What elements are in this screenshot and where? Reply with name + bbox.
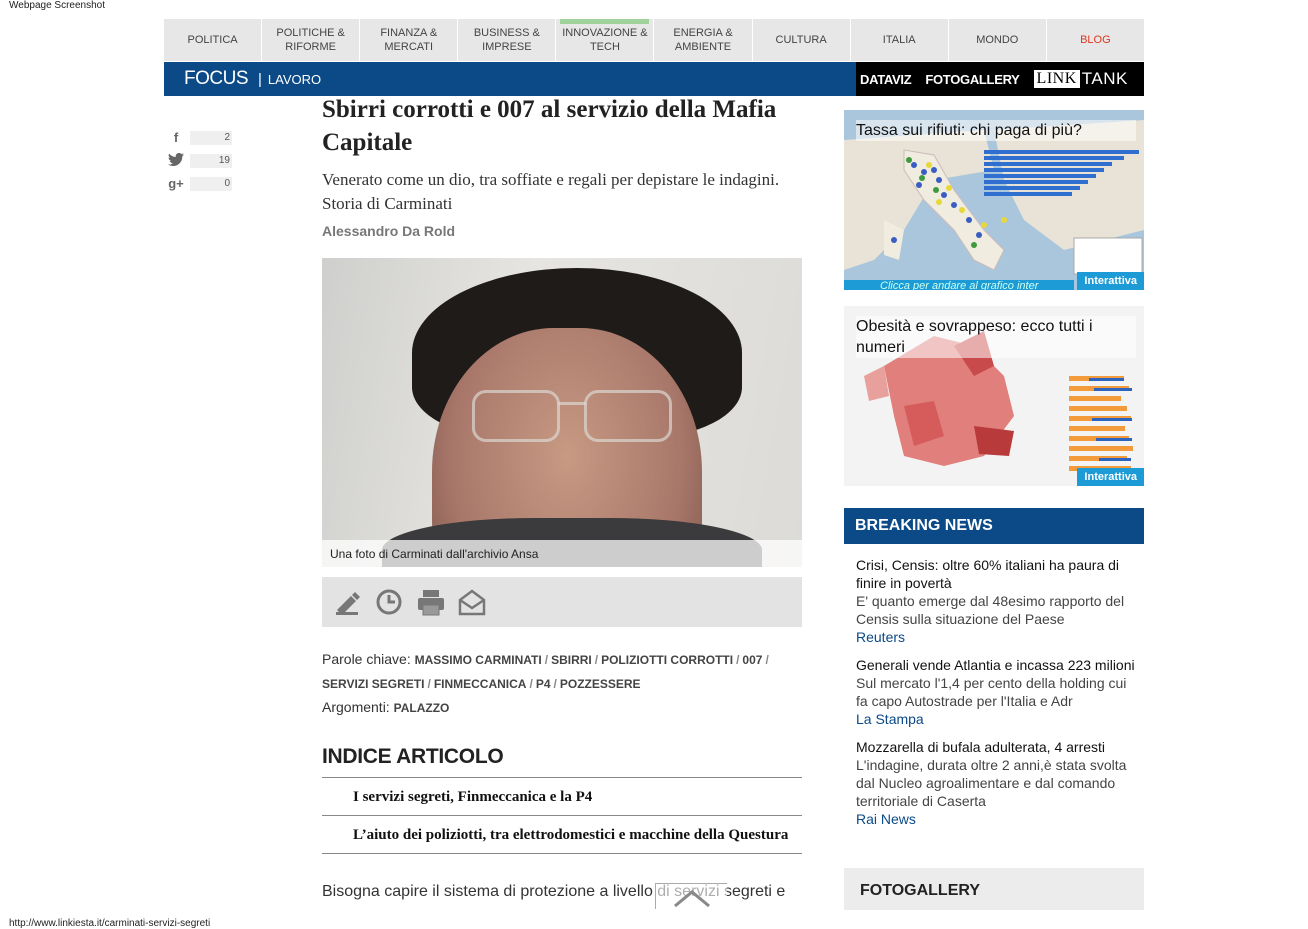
news-source[interactable]: La Stampa: [856, 710, 1136, 728]
email-icon[interactable]: [457, 588, 486, 616]
focus-separator: |: [258, 70, 262, 88]
news-description: Sul mercato l'1,4 per cento della holdin…: [856, 675, 1127, 709]
gplus-share[interactable]: g+ 0: [166, 172, 232, 195]
index-item[interactable]: L’aiuto dei poliziotti, tra elettrodomes…: [322, 816, 802, 854]
breaking-news-item[interactable]: Generali vende Atlantia e incassa 223 mi…: [856, 656, 1136, 728]
nav-italia[interactable]: ITALIA: [851, 19, 949, 61]
gplus-count: 0: [190, 176, 232, 191]
photo-glasses-right: [584, 390, 672, 442]
facebook-icon: f: [173, 130, 179, 145]
twitter-count: 19: [190, 153, 232, 168]
news-source[interactable]: Rai News: [856, 810, 1136, 828]
news-description: L'indagine, durata oltre 2 anni,è stata …: [856, 757, 1127, 809]
keyword-tag[interactable]: SERVIZI SEGRETI: [322, 677, 424, 691]
keyword-tag[interactable]: FINMECCANICA: [434, 677, 527, 691]
dataviz-link[interactable]: DATAVIZ: [860, 72, 912, 87]
scroll-to-top-button[interactable]: [655, 883, 727, 909]
card-title: Obesità e sovrappeso: ecco tutti i numer…: [856, 316, 1136, 358]
comment-pencil-icon[interactable]: [334, 588, 362, 616]
topic-tag[interactable]: PALAZZO: [394, 701, 450, 715]
news-title[interactable]: Generali vende Atlantia e incassa 223 mi…: [856, 656, 1136, 674]
facebook-count: 2: [190, 130, 232, 145]
nav-cultura[interactable]: CULTURA: [753, 19, 851, 61]
article-index: I servizi segreti, Finmeccanica e la P4 …: [322, 777, 802, 854]
article-body: Bisogna capire il sistema di protezione …: [322, 883, 786, 900]
keyword-tag[interactable]: SBIRRI: [551, 653, 592, 667]
news-title[interactable]: Crisi, Censis: oltre 60% italiani ha pau…: [856, 556, 1136, 592]
clock-icon[interactable]: [375, 588, 403, 616]
keyword-tag[interactable]: POLIZIOTTI CORROTTI: [601, 653, 733, 667]
news-title[interactable]: Mozzarella di bufala adulterata, 4 arres…: [856, 738, 1136, 756]
keyword-tag[interactable]: POZZESSERE: [560, 677, 641, 691]
nav-energia-ambiente[interactable]: ENERGIA & AMBIENTE: [654, 19, 753, 61]
focus-lavoro-link[interactable]: LAVORO: [268, 72, 321, 87]
interactive-badge: Interattiva: [1077, 272, 1144, 290]
index-item[interactable]: I servizi segreti, Finmeccanica e la P4: [322, 778, 802, 816]
focus-bar: FOCUS | LAVORO DATAVIZ FOTOGALLERY LINK …: [164, 62, 1144, 96]
fotogallery-header[interactable]: FOTOGALLERY: [844, 868, 1144, 910]
interactive-badge: Interattiva: [1077, 468, 1144, 486]
article-photo: Una foto di Carminati dall'archivio Ansa: [322, 258, 802, 567]
nav-mondo[interactable]: MONDO: [949, 19, 1047, 61]
breaking-news-item[interactable]: Crisi, Censis: oltre 60% italiani ha pau…: [856, 556, 1136, 646]
social-share: f 2 19 g+ 0: [166, 126, 232, 195]
nav-active-indicator: [560, 19, 650, 24]
tassa-bar-chart: [984, 150, 1144, 198]
article-tags: Parole chiave: MASSIMO CARMINATI / SBIRRI /…: [322, 651, 769, 715]
focus-right-links: DATAVIZ FOTOGALLERY LINK TANK: [856, 62, 1144, 96]
screenshot-caption: Webpage Screenshot: [9, 0, 105, 11]
linktank-logo[interactable]: LINK TANK: [1033, 69, 1128, 89]
breaking-news-item[interactable]: Mozzarella di bufala adulterata, 4 arres…: [856, 738, 1136, 828]
tassa-rifiuti-card[interactable]: Tassa sui rifiuti: chi paga di più? Clic…: [844, 110, 1144, 290]
nav-business-imprese[interactable]: BUSINESS & IMPRESE: [458, 19, 557, 61]
photo-caption: Una foto di Carminati dall'archivio Ansa: [322, 540, 802, 567]
nav-innovazione-tech[interactable]: INNOVAZIONE & TECH: [556, 19, 655, 61]
breaking-news-list: Crisi, Censis: oltre 60% italiani ha pau…: [856, 556, 1136, 838]
google-plus-icon: g+: [168, 176, 184, 191]
article-author[interactable]: Alessandro Da Rold: [322, 223, 455, 239]
print-icon[interactable]: [416, 588, 444, 616]
linktank-link-text: LINK: [1033, 70, 1080, 88]
chevron-up-icon: [674, 890, 710, 908]
twitter-share[interactable]: 19: [166, 149, 232, 172]
card-foot-text: Clicca per andare al grafico inter: [844, 280, 1074, 290]
facebook-share[interactable]: f 2: [166, 126, 232, 149]
article-subtitle: Venerato come un dio, tra soffiate e reg…: [322, 170, 780, 213]
obesita-card[interactable]: Obesità e sovrappeso: ecco tutti i numer…: [844, 306, 1144, 486]
keyword-tag[interactable]: P4: [536, 677, 551, 691]
twitter-icon: [166, 152, 186, 169]
nav-finanza-mercati[interactable]: FINANZA & MERCATI: [360, 19, 459, 61]
card-title: Tassa sui rifiuti: chi paga di più?: [856, 120, 1136, 141]
topics-label: Argomenti:: [322, 699, 390, 715]
breaking-news-header: BREAKING NEWS: [844, 508, 1144, 544]
nav-blog[interactable]: BLOG: [1047, 19, 1144, 61]
photo-glasses-bridge: [558, 402, 586, 405]
fotogallery-link[interactable]: FOTOGALLERY: [925, 72, 1020, 87]
article-toolbar: [322, 577, 802, 627]
keyword-tag[interactable]: 007: [742, 653, 762, 667]
nav-politica[interactable]: POLITICA: [164, 19, 263, 61]
keywords-label: Parole chiave:: [322, 651, 411, 667]
photo-glasses-left: [472, 390, 560, 442]
main-nav: POLITICA POLITICHE & RIFORME FINANZA & M…: [164, 19, 1144, 61]
index-title: INDICE ARTICOLO: [322, 745, 504, 768]
news-description: E' quanto emerge dal 48esimo rapporto de…: [856, 593, 1125, 627]
news-source[interactable]: Reuters: [856, 628, 1136, 646]
page-url: http://www.linkiesta.it/carminati-serviz…: [9, 918, 211, 929]
article-title: Sbirri corrotti e 007 al servizio della …: [322, 96, 777, 156]
focus-label[interactable]: FOCUS: [184, 68, 249, 90]
linktank-tank-text: TANK: [1081, 69, 1128, 88]
keyword-tag[interactable]: MASSIMO CARMINATI: [415, 653, 542, 667]
nav-politiche-riforme[interactable]: POLITICHE & RIFORME: [262, 19, 361, 61]
